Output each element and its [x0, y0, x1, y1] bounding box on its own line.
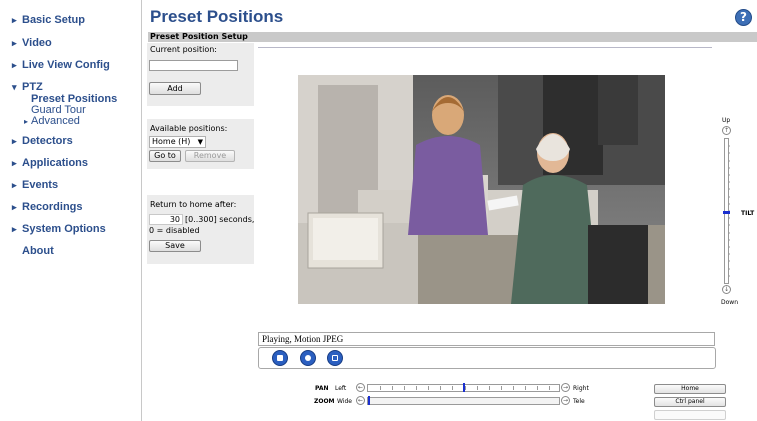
- chevron-down-icon: ▾: [12, 82, 17, 92]
- goto-button[interactable]: Go to: [149, 150, 181, 162]
- chevron-right-icon: ▸: [12, 180, 17, 190]
- sidebar-item-label: Recordings: [22, 201, 83, 213]
- sidebar-item-live-view-config[interactable]: ▸ Live View Config: [12, 59, 110, 71]
- pan-tick: [440, 386, 441, 390]
- zoom-wide-label: Wide: [337, 398, 352, 405]
- available-positions-select[interactable]: Home (H) ▼: [149, 136, 206, 148]
- divider: [258, 47, 712, 48]
- chevron-right-icon: ▸: [12, 38, 17, 48]
- chevron-right-icon: ▸: [12, 202, 17, 212]
- available-positions-panel: Available positions: Home (H) ▼ Go to Re…: [147, 119, 254, 169]
- sidebar-item-detectors[interactable]: ▸ Detectors: [12, 135, 73, 147]
- zoom-slider-thumb[interactable]: [368, 396, 370, 405]
- tilt-down-arrow-icon[interactable]: ↓: [722, 285, 731, 294]
- sidebar-item-label: Events: [22, 179, 59, 191]
- chevron-right-icon: ▸: [12, 158, 17, 168]
- sidebar-item-about[interactable]: About: [22, 245, 54, 257]
- sidebar-item-system-options[interactable]: ▸ System Options: [12, 223, 106, 235]
- return-home-input[interactable]: [149, 214, 183, 225]
- pan-label: PAN: [315, 385, 329, 392]
- current-position-input[interactable]: [149, 60, 238, 71]
- pan-tick: [380, 386, 381, 390]
- zoom-tele-arrow-icon[interactable]: →: [561, 396, 570, 405]
- video-status-bar: Playing, Motion JPEG: [258, 332, 715, 346]
- sidebar-item-basic-setup[interactable]: ▸ Basic Setup: [12, 14, 85, 26]
- snapshot-icon[interactable]: [300, 350, 316, 366]
- pan-left-arrow-icon[interactable]: ←: [356, 383, 365, 392]
- help-icon[interactable]: ?: [735, 9, 752, 26]
- chevron-right-icon: ▸: [12, 60, 17, 70]
- add-button[interactable]: Add: [149, 82, 201, 95]
- current-position-panel: Current position: Add: [147, 43, 254, 106]
- section-title: Preset Position Setup: [150, 32, 248, 41]
- return-home-panel: Return to home after: [0..300] seconds, …: [147, 195, 254, 264]
- remove-button[interactable]: Remove: [185, 150, 235, 162]
- sidebar-item-label: Basic Setup: [22, 14, 85, 26]
- sidebar-item-label: System Options: [22, 223, 106, 235]
- sidebar-item-label: Detectors: [22, 135, 73, 147]
- sidebar-item-applications[interactable]: ▸ Applications: [12, 157, 88, 169]
- live-video-view[interactable]: [298, 75, 665, 304]
- zoom-label: ZOOM: [314, 398, 335, 405]
- available-positions-label: Available positions:: [150, 124, 228, 133]
- sidebar-item-label: Video: [22, 37, 52, 49]
- pan-tick: [501, 386, 502, 390]
- pan-right-label: Right: [573, 385, 589, 392]
- return-home-label: Return to home after:: [150, 200, 237, 209]
- dropdown-arrow-icon: ▼: [197, 138, 203, 146]
- chevron-right-icon: ▸: [24, 117, 29, 126]
- zoom-wide-arrow-icon[interactable]: ←: [356, 396, 365, 405]
- sidebar-item-ptz[interactable]: ▾ PTZ: [12, 81, 43, 93]
- sidebar-item-label: Live View Config: [22, 59, 110, 71]
- tilt-up-arrow-icon[interactable]: ↑: [722, 126, 731, 135]
- page-title: Preset Positions: [150, 7, 284, 26]
- tilt-down-label: Down: [721, 299, 739, 306]
- pan-tick: [489, 386, 490, 390]
- pan-tick: [428, 386, 429, 390]
- chevron-right-icon: ▸: [12, 136, 17, 146]
- pan-tick: [477, 386, 478, 390]
- return-home-hint-disabled: 0 = disabled: [149, 226, 200, 235]
- fullscreen-icon[interactable]: [327, 350, 343, 366]
- chevron-right-icon: ▸: [12, 15, 17, 25]
- sidebar-item-label: About: [22, 245, 54, 257]
- pan-tick: [404, 386, 405, 390]
- sidebar-item-video[interactable]: ▸ Video: [12, 37, 52, 49]
- pan-tick: [537, 386, 538, 390]
- sidebar-subitem-advanced[interactable]: ▸ Advanced: [24, 116, 80, 127]
- tilt-slider-thumb[interactable]: [723, 211, 730, 214]
- stop-icon[interactable]: [272, 350, 288, 366]
- selected-position: Home (H): [152, 137, 191, 146]
- pan-tick: [513, 386, 514, 390]
- ctrl-panel-button[interactable]: Ctrl panel: [654, 397, 726, 407]
- pan-tick: [525, 386, 526, 390]
- zoom-tele-label: Tele: [573, 398, 585, 405]
- pan-tick: [549, 386, 550, 390]
- sidebar: ▸ Basic Setup ▸ Video ▸ Live View Config ▾ P…: [0, 0, 142, 421]
- home-button[interactable]: Home: [654, 384, 726, 394]
- pan-right-arrow-icon[interactable]: →: [561, 383, 570, 392]
- sidebar-item-label: Applications: [22, 157, 89, 169]
- zoom-slider[interactable]: [367, 397, 560, 405]
- sidebar-item-label: PTZ: [22, 81, 43, 93]
- sidebar-item-events[interactable]: ▸ Events: [12, 179, 58, 191]
- return-home-hint: [0..300] seconds,: [185, 215, 255, 224]
- chevron-right-icon: ▸: [12, 224, 17, 234]
- pan-left-label: Left: [335, 385, 347, 392]
- office-camera-scene: [298, 75, 665, 304]
- empty-button-slot: [654, 410, 726, 420]
- pan-tick: [392, 386, 393, 390]
- current-position-label: Current position:: [150, 45, 217, 54]
- sidebar-item-recordings[interactable]: ▸ Recordings: [12, 201, 83, 213]
- pan-tick: [465, 386, 466, 390]
- save-button[interactable]: Save: [149, 240, 201, 252]
- tilt-up-label: Up: [722, 117, 731, 124]
- tilt-label: TILT: [741, 210, 755, 217]
- pan-tick: [452, 386, 453, 390]
- pan-tick: [416, 386, 417, 390]
- pan-slider-thumb[interactable]: [463, 383, 465, 392]
